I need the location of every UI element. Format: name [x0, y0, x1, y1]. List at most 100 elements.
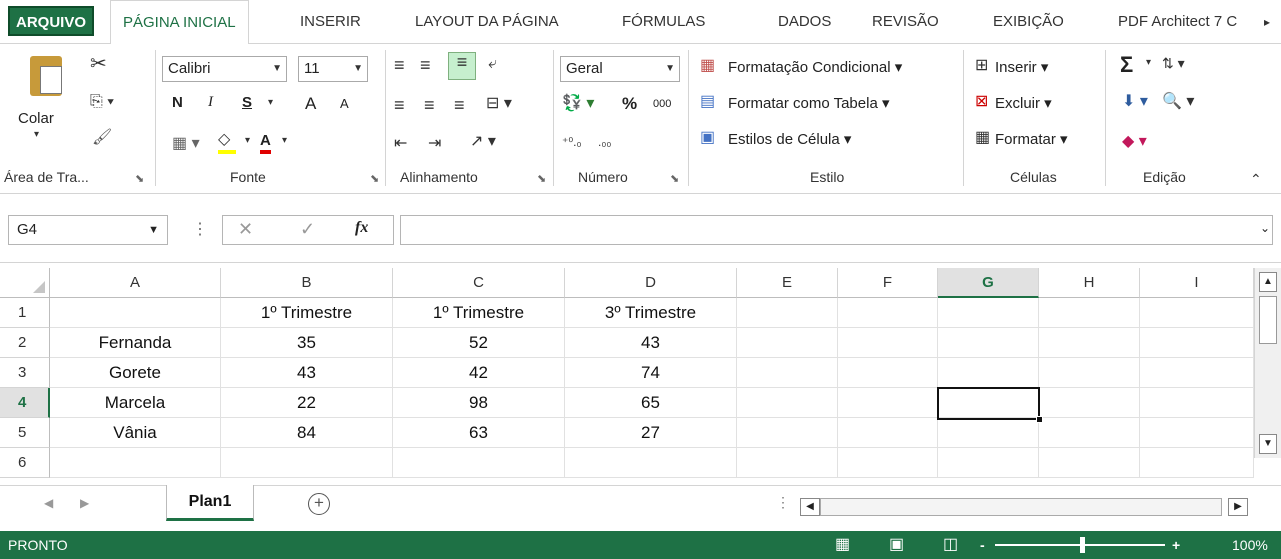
paste-icon[interactable] — [30, 56, 62, 96]
align-bottom-icon[interactable]: ≡ — [448, 52, 476, 80]
empty-cell[interactable] — [838, 388, 938, 418]
underline-dropdown-icon[interactable]: ▾ — [268, 98, 273, 108]
collapse-ribbon-icon[interactable]: ⌃ — [1250, 172, 1262, 186]
format-as-table-button[interactable]: Formatar como Tabela ▾ — [728, 94, 890, 112]
empty-cell[interactable] — [1140, 388, 1254, 418]
font-launcher-icon[interactable]: ⬊ — [370, 172, 379, 185]
empty-cell[interactable] — [1140, 418, 1254, 448]
select-all-corner[interactable] — [0, 268, 50, 298]
name-box[interactable]: G4 ▼ — [8, 215, 168, 245]
empty-cell[interactable] — [1140, 298, 1254, 328]
column-header-a[interactable]: A — [50, 268, 221, 298]
cell-a1[interactable] — [50, 298, 221, 328]
cell-d5[interactable]: 27 — [565, 418, 737, 448]
column-header-d[interactable]: D — [565, 268, 737, 298]
cell-c4[interactable]: 98 — [393, 388, 565, 418]
cell-b4[interactable]: 22 — [221, 388, 393, 418]
empty-cell[interactable] — [1039, 448, 1140, 478]
empty-cell[interactable] — [1140, 448, 1254, 478]
insert-cells-button[interactable]: Inserir ▾ — [995, 58, 1048, 76]
horizontal-scrollbar[interactable] — [820, 498, 1222, 516]
fill-color-dropdown-icon[interactable]: ▾ — [245, 136, 250, 146]
align-center-icon[interactable]: ≡ — [424, 96, 435, 114]
number-format-select[interactable]: Geral ▼ — [560, 56, 680, 82]
cell-c1[interactable]: 1º Trimestre — [393, 298, 565, 328]
font-name-select[interactable]: Calibri ▼ — [162, 56, 287, 82]
font-color-dropdown-icon[interactable]: ▾ — [282, 136, 287, 146]
empty-cell[interactable] — [838, 418, 938, 448]
empty-cell[interactable] — [50, 448, 221, 478]
bold-button[interactable]: N — [172, 94, 183, 111]
cell-b2[interactable]: 35 — [221, 328, 393, 358]
paste-dropdown-icon[interactable]: ▾ — [34, 130, 39, 140]
align-top-icon[interactable]: ≡ — [394, 56, 405, 74]
empty-cell[interactable] — [737, 418, 838, 448]
cell-d1[interactable]: 3º Trimestre — [565, 298, 737, 328]
column-header-e[interactable]: E — [737, 268, 838, 298]
empty-cell[interactable] — [1140, 358, 1254, 388]
fill-color-icon[interactable]: ◇ — [218, 132, 236, 154]
cell-c3[interactable]: 42 — [393, 358, 565, 388]
row-header-1[interactable]: 1 — [0, 298, 50, 328]
empty-cell[interactable] — [737, 298, 838, 328]
empty-cell[interactable] — [565, 448, 737, 478]
copy-icon[interactable]: ⎘ ▾ — [90, 94, 114, 110]
borders-icon[interactable]: ▦ ▾ — [172, 136, 200, 152]
empty-cell[interactable] — [838, 358, 938, 388]
empty-cell[interactable] — [838, 298, 938, 328]
cell-b3[interactable]: 43 — [221, 358, 393, 388]
increase-indent-icon[interactable]: ⇥ — [428, 136, 441, 152]
empty-cell[interactable] — [393, 448, 565, 478]
percent-button[interactable]: % — [622, 94, 637, 114]
empty-cell[interactable] — [838, 448, 938, 478]
sheet-prev-icon[interactable]: ◀ — [44, 496, 53, 510]
number-launcher-icon[interactable]: ⬊ — [670, 172, 679, 185]
empty-cell[interactable] — [1039, 418, 1140, 448]
empty-cell[interactable] — [938, 298, 1039, 328]
autosum-dropdown-icon[interactable]: ▾ — [1146, 58, 1151, 68]
empty-cell[interactable] — [838, 328, 938, 358]
vertical-scroll-thumb[interactable] — [1259, 296, 1277, 344]
format-cells-button[interactable]: Formatar ▾ — [995, 130, 1068, 148]
cell-d4[interactable]: 65 — [565, 388, 737, 418]
add-sheet-icon[interactable]: + — [308, 493, 330, 515]
cell-b1[interactable]: 1º Trimestre — [221, 298, 393, 328]
formula-input[interactable] — [400, 215, 1273, 245]
zoom-slider-thumb[interactable] — [1080, 537, 1085, 553]
sort-filter-icon[interactable]: ⇅ ▾ — [1162, 56, 1185, 70]
empty-cell[interactable] — [737, 358, 838, 388]
empty-cell[interactable] — [1039, 298, 1140, 328]
tab-view[interactable]: EXIBIÇÃO — [993, 0, 1064, 44]
normal-view-icon[interactable]: ▦ — [835, 531, 850, 559]
column-header-b[interactable]: B — [221, 268, 393, 298]
tab-file[interactable]: ARQUIVO — [8, 6, 95, 36]
clear-icon[interactable]: ◆ ▾ — [1122, 134, 1147, 150]
enter-icon[interactable]: ✓ — [300, 219, 315, 240]
orientation-icon[interactable]: ↗ ▾ — [470, 134, 496, 150]
empty-cell[interactable] — [737, 448, 838, 478]
cell-a4[interactable]: Marcela — [50, 388, 221, 418]
decrease-indent-icon[interactable]: ⇤ — [394, 136, 407, 152]
empty-cell[interactable] — [938, 418, 1039, 448]
hscroll-left-icon[interactable]: ◀ — [800, 498, 820, 516]
align-middle-icon[interactable]: ≡ — [420, 56, 431, 74]
autosum-button[interactable]: Σ — [1120, 52, 1133, 78]
underline-button[interactable]: S — [242, 94, 252, 111]
zoom-out-button[interactable]: - — [980, 531, 985, 559]
expand-formula-icon[interactable]: ⌄ — [1260, 221, 1270, 235]
paste-button[interactable]: Colar — [18, 110, 54, 127]
align-left-icon[interactable]: ≡ — [394, 96, 405, 114]
tabs-scroll-right-icon[interactable]: ▸ — [1264, 0, 1270, 44]
page-layout-view-icon[interactable]: ▣ — [889, 531, 904, 559]
row-header-3[interactable]: 3 — [0, 358, 50, 388]
cell-c2[interactable]: 52 — [393, 328, 565, 358]
empty-cell[interactable] — [1039, 328, 1140, 358]
column-header-g[interactable]: G — [938, 268, 1039, 298]
shrink-font-button[interactable]: A — [340, 96, 349, 111]
row-header-2[interactable]: 2 — [0, 328, 50, 358]
thousands-button[interactable]: 000 — [653, 98, 671, 110]
tab-pdf-architect[interactable]: PDF Architect 7 C — [1118, 0, 1237, 44]
vertical-scrollbar[interactable]: ▲ ▼ — [1254, 268, 1281, 458]
row-header-5[interactable]: 5 — [0, 418, 50, 448]
page-break-view-icon[interactable]: ◫ — [943, 531, 958, 559]
